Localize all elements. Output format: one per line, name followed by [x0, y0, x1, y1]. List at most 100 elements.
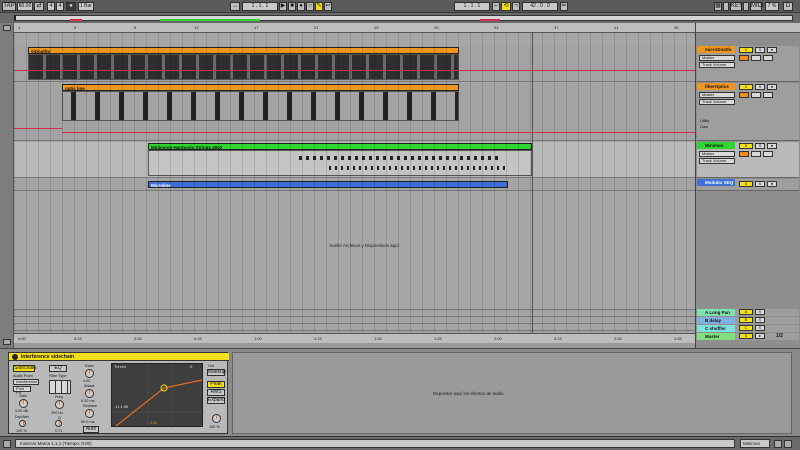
clip-header[interactable]: Microline: [148, 181, 508, 188]
automation-line[interactable]: [14, 70, 695, 71]
quantization-select[interactable]: 1 Bar: [78, 2, 94, 11]
automation-line[interactable]: [62, 132, 695, 133]
left-toggle-strip[interactable]: [0, 23, 14, 348]
automation-arm-button[interactable]: ✎: [315, 2, 323, 11]
track-lane[interactable]: Microline: [14, 179, 695, 191]
computer-midi-keyboard-button[interactable]: ▦: [714, 2, 722, 11]
clip-body[interactable]: [62, 91, 459, 121]
clip-body[interactable]: [28, 54, 459, 80]
stop-button[interactable]: ■: [288, 2, 296, 11]
post-fx-select[interactable]: Post FX: [13, 386, 31, 395]
clip-header[interactable]: Minimoog Harmonic Strings 4002: [148, 143, 532, 150]
master-name[interactable]: Master: [697, 333, 735, 340]
view-toggle-icon[interactable]: [3, 25, 11, 31]
arrangement-overview[interactable]: [0, 13, 800, 23]
overview-window[interactable]: [14, 15, 16, 21]
track-lanes[interactable]: eiDoatfor optic line Minimoog Harmonic S…: [14, 33, 695, 333]
return-lane[interactable]: [14, 316, 695, 322]
track-activator[interactable]: 1: [739, 47, 753, 53]
auto-release-toggle[interactable]: Auto: [83, 426, 99, 433]
automation-select[interactable]: Track Volume: [699, 158, 735, 164]
meter-denominator[interactable]: 4: [56, 2, 64, 11]
midi-map-button[interactable]: MIDI: [750, 2, 764, 11]
arm-button[interactable]: ●: [767, 181, 777, 187]
device-power-icon[interactable]: [12, 354, 18, 360]
track-header[interactable]: Modular SEQ 4 S ●: [697, 179, 799, 191]
solo-button[interactable]: S: [755, 47, 765, 53]
return-lane[interactable]: [14, 309, 695, 315]
drywet-knob[interactable]: [19, 420, 26, 427]
return-header[interactable]: B delay B S: [697, 317, 799, 324]
clip-header[interactable]: optic line: [62, 84, 459, 91]
zoom-ratio[interactable]: 1/2: [776, 333, 783, 339]
record-button[interactable]: ●: [297, 2, 305, 11]
track-name[interactable]: microDoatfo: [697, 46, 735, 53]
solo-button[interactable]: S: [755, 84, 765, 90]
makeup-button[interactable]: Makeup: [207, 369, 226, 376]
freq-knob[interactable]: [55, 400, 64, 409]
track-activator[interactable]: 3: [739, 143, 753, 149]
clip-header[interactable]: eiDoatfor: [28, 47, 459, 54]
solo-button[interactable]: S: [755, 325, 765, 331]
track-name[interactable]: fiberOptics: [697, 83, 735, 90]
arm-button[interactable]: ●: [767, 47, 777, 53]
loop-switch[interactable]: ⟲: [501, 2, 511, 11]
return-activator[interactable]: A: [739, 309, 753, 315]
filter-type-selector[interactable]: [49, 380, 71, 394]
nudge-button[interactable]: ⇄: [34, 2, 44, 11]
track-header[interactable]: fiberOptics 2 S ● Master Track Volume Ut…: [697, 83, 799, 141]
view-toggle-icon[interactable]: [3, 339, 11, 345]
return-name[interactable]: A Long Pan: [697, 309, 735, 316]
return-lane[interactable]: [14, 323, 695, 329]
solo-button[interactable]: S: [755, 181, 765, 187]
track-lane[interactable]: Minimoog Harmonic Strings 4002: [14, 142, 695, 178]
track-activator[interactable]: 4: [739, 181, 753, 187]
solo-button[interactable]: S: [755, 317, 765, 323]
return-name[interactable]: B delay: [697, 317, 735, 324]
track-name[interactable]: Minimoo: [697, 142, 735, 149]
arm-button[interactable]: ●: [767, 143, 777, 149]
detail-toggle-icon[interactable]: [774, 440, 782, 448]
automation-select[interactable]: Track Volume: [699, 62, 735, 68]
track-lane[interactable]: eiDoatfor: [14, 46, 695, 82]
device-title[interactable]: Interference sidechain: [9, 353, 229, 361]
metronome-button[interactable]: ●: [66, 2, 76, 11]
transfer-curve-display[interactable]: Thresh -11.1 dB K 0.00: [111, 363, 204, 428]
peak-mode-button[interactable]: Peak: [207, 381, 225, 388]
loop-length-field[interactable]: 42 . 0 . 0: [522, 2, 558, 11]
meter-numerator[interactable]: 4: [47, 2, 55, 11]
arm-button[interactable]: ●: [767, 84, 777, 90]
automation-select[interactable]: Track Volume: [699, 99, 735, 105]
overview-strip[interactable]: [14, 15, 793, 21]
gain-knob[interactable]: [19, 399, 28, 408]
expand-mode-button[interactable]: Expand: [207, 397, 225, 404]
send-field[interactable]: [763, 55, 773, 61]
track-header[interactable]: microDoatfo 1 S ● Master Track Volume: [697, 46, 799, 82]
detail-switch-icon[interactable]: [784, 440, 792, 448]
attack-knob[interactable]: [85, 389, 94, 398]
return-activator[interactable]: C: [739, 325, 753, 331]
track-name[interactable]: Modular SEQ: [697, 179, 735, 186]
output-knob[interactable]: [212, 414, 221, 423]
draw-mode-button[interactable]: ✏: [560, 2, 568, 11]
key-map-button[interactable]: KEY: [730, 2, 743, 11]
song-position[interactable]: 1 . 1 . 1: [242, 2, 278, 11]
compressor-device[interactable]: Interference sidechain Sidechain EQ Audi…: [8, 352, 229, 434]
clip-body[interactable]: [148, 150, 532, 176]
volume-field[interactable]: [739, 151, 749, 157]
time-ruler[interactable]: 0:00 0:15 0:30 0:45 1:00 1:15 1:30 1:45 …: [14, 333, 695, 343]
volume-field[interactable]: [739, 92, 749, 98]
follow-button[interactable]: →: [230, 2, 240, 11]
pan-field[interactable]: [751, 151, 761, 157]
solo-button[interactable]: S: [755, 309, 765, 315]
rms-mode-button[interactable]: RMS: [207, 389, 225, 396]
send-field[interactable]: [763, 151, 773, 157]
cue-button[interactable]: ▸: [755, 333, 765, 339]
solo-button[interactable]: S: [755, 143, 765, 149]
track-activator[interactable]: 2: [739, 84, 753, 90]
punch-out-button[interactable]: ¬: [512, 2, 520, 11]
output-select[interactable]: Master: [699, 55, 735, 61]
audio-from-select[interactable]: Interference: [13, 379, 39, 385]
return-activator[interactable]: B: [739, 317, 753, 323]
eq-toggle[interactable]: EQ: [49, 365, 67, 372]
